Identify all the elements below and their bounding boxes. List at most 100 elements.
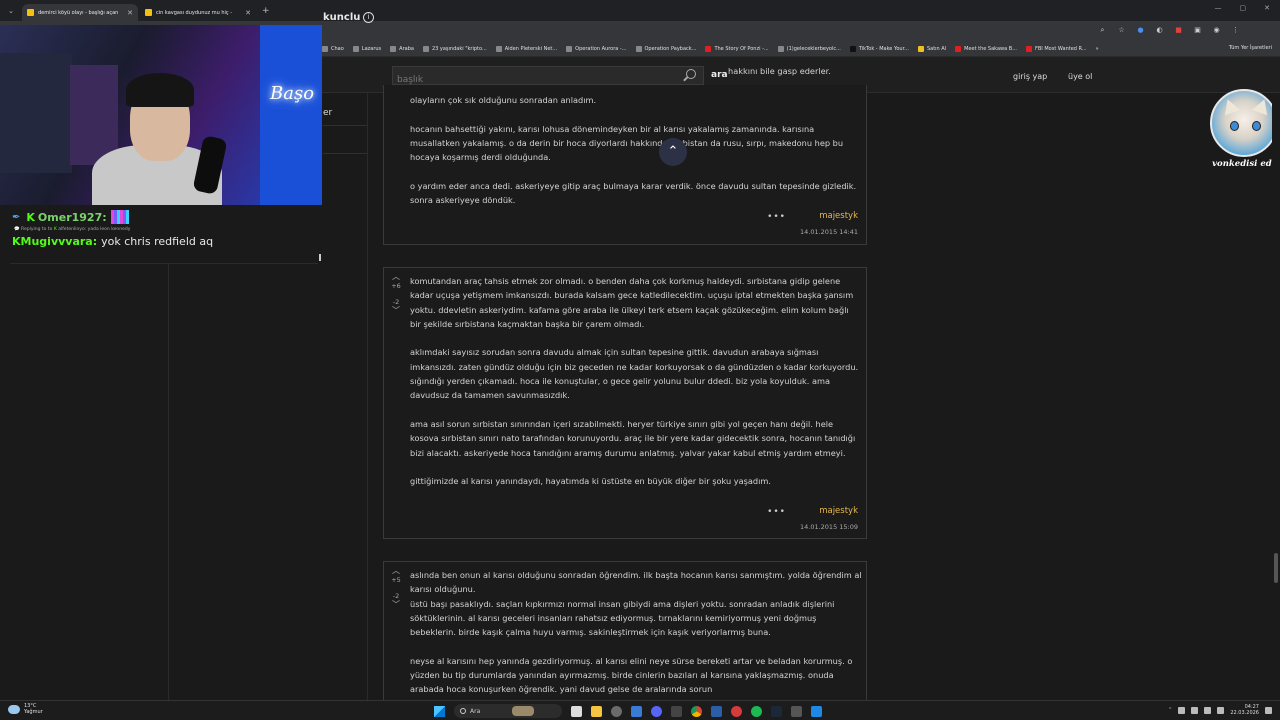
entry-paragraph: o yardım eder anca dedi. askeriyeye giti… — [410, 180, 857, 206]
tab-search-menu-icon[interactable]: ⌄ — [4, 4, 18, 18]
browser-menu-icon[interactable]: ⋮ — [1231, 26, 1240, 35]
tab-active[interactable]: demirci köyü olayı - başlığı açan ✕ — [22, 4, 138, 21]
entry-date[interactable]: 14.01.2015 15:09 — [800, 523, 858, 531]
bookmark[interactable]: Satın Al — [917, 45, 946, 52]
app-icon[interactable] — [631, 705, 642, 717]
close-tab-icon[interactable]: ✕ — [127, 9, 133, 17]
screen: ⌄ demirci köyü olayı - başlığı açan ✕ ci… — [0, 0, 1280, 720]
app-icon[interactable] — [711, 705, 722, 717]
volume-icon[interactable] — [1217, 706, 1225, 714]
site-favicon-icon — [566, 45, 573, 52]
entry-author[interactable]: majestyk — [819, 506, 858, 516]
search-highlight-image — [512, 706, 535, 716]
scrollbar-thumb[interactable] — [1274, 553, 1278, 583]
bookmark[interactable]: Operation Aurora -... — [566, 45, 627, 52]
downvote-count: -2 — [392, 592, 400, 600]
chat-username: Omer1927 — [37, 210, 103, 224]
more-options-icon[interactable]: ••• — [767, 507, 786, 517]
minimize-icon[interactable]: — — [1215, 4, 1222, 12]
moderator-badge-icon: ✒ — [12, 211, 21, 223]
close-window-icon[interactable]: ✕ — [1264, 4, 1270, 12]
chrome-icon[interactable] — [691, 705, 702, 717]
profile-icon[interactable]: ◉ — [1212, 26, 1221, 35]
extension-icon[interactable]: ■ — [1174, 26, 1183, 35]
tray-icon[interactable] — [1191, 706, 1199, 714]
scroll-to-top-button[interactable]: ⌃ — [659, 138, 687, 166]
downvote-icon[interactable]: ﹀ — [389, 600, 403, 610]
wifi-icon[interactable] — [1204, 706, 1212, 714]
clock[interactable]: 04:27 22.03.2026 — [1230, 704, 1259, 716]
app-icon[interactable] — [611, 705, 622, 717]
entry-paragraph: neyse al karısını hep yanında gezdiriyor… — [410, 655, 853, 695]
sidebar-item[interactable] — [323, 128, 367, 154]
bookmark[interactable]: Chao — [322, 45, 344, 52]
tiktok-icon — [849, 45, 856, 52]
entry-date[interactable]: 14.01.2015 14:41 — [800, 228, 858, 236]
bookmark[interactable]: 23 yaşındaki "kripto... — [422, 45, 487, 52]
bookmark[interactable]: (1)geleceklerbeyolc... — [777, 45, 841, 52]
steam-icon[interactable] — [771, 705, 782, 717]
toolbar-icons: ⌕ ☆ ● ◐ ■ ▣ ◉ ⋮ — [1098, 26, 1240, 35]
extension-icon[interactable]: ◐ — [1155, 26, 1164, 35]
file-explorer-icon[interactable] — [591, 705, 602, 717]
maximize-icon[interactable]: ▢ — [1240, 4, 1247, 12]
downvote-icon[interactable]: ﹀ — [389, 306, 403, 316]
app-icon[interactable] — [791, 705, 802, 717]
entry-paragraph: ama asıl sorun sırbistan sınırından içer… — [410, 418, 856, 458]
zoom-icon[interactable]: ⌕ — [1098, 26, 1107, 35]
spotify-icon[interactable] — [751, 705, 762, 717]
bookmark[interactable]: FBI Most Wanted R... — [1025, 45, 1087, 52]
app-icon[interactable] — [811, 705, 822, 717]
tab-inactive[interactable]: cin kavgası duydunuz mu hiç - ✕ — [140, 4, 256, 21]
entry-author[interactable]: majestyk — [819, 211, 858, 221]
discord-icon[interactable] — [651, 705, 662, 717]
task-view-icon[interactable] — [571, 705, 582, 717]
bookmark[interactable]: Aiden Pleterski Net... — [495, 45, 557, 52]
windows-start-icon[interactable] — [434, 705, 445, 717]
close-tab-icon[interactable]: ✕ — [245, 9, 251, 17]
cat-eye — [1230, 121, 1239, 131]
weather-widget[interactable]: 13°C Yağmur — [8, 703, 43, 715]
site-logo[interactable]: kunclu — [323, 12, 360, 23]
all-bookmarks-folder[interactable]: Tüm Yer İşaretleri — [1229, 45, 1272, 51]
sidebar-item[interactable]: er — [323, 104, 367, 126]
cat-ear — [1252, 96, 1272, 116]
extension-icon[interactable]: ● — [1136, 26, 1145, 35]
notifications-icon[interactable] — [1265, 706, 1272, 714]
search-icon[interactable] — [686, 69, 696, 79]
upvote-count: +6 — [391, 282, 401, 290]
chat-divider — [10, 263, 318, 264]
cat-ear — [1220, 96, 1240, 116]
taskbar-search[interactable]: Ara — [454, 704, 562, 718]
new-tab-icon[interactable]: + — [262, 6, 270, 16]
vote-panel: ︿ +5 -2 ﹀ — [389, 566, 403, 610]
signup-link[interactable]: üye ol — [1068, 72, 1092, 81]
streamer-hair — [126, 73, 194, 107]
bookmark[interactable]: Araba — [390, 45, 414, 52]
upvote-icon[interactable]: ︿ — [389, 566, 403, 576]
app-icon[interactable] — [731, 705, 742, 717]
bookmark-star-icon[interactable]: ☆ — [1117, 26, 1126, 35]
bookmark[interactable]: The Story Of Ponzi -... — [705, 45, 769, 52]
downvote-count: -2 — [392, 298, 400, 306]
login-link[interactable]: giriş yap — [1013, 72, 1047, 81]
tray-icon[interactable] — [1178, 706, 1186, 714]
upvote-icon[interactable]: ︿ — [389, 272, 403, 282]
microphone-icon — [192, 135, 228, 195]
bookmark[interactable]: Operation Payback... — [635, 45, 696, 52]
entry-body: komutandan araç tahsis etmek zor olmadı.… — [410, 274, 862, 488]
extensions-puzzle-icon[interactable]: ▣ — [1193, 26, 1202, 35]
folder-icon — [390, 45, 397, 52]
chat-message: K Mugivvvara: yok chris redfield aq — [12, 235, 214, 248]
entry-card: ︿ +5 -2 ﹀ aslında ben onun al karısı old… — [383, 561, 867, 711]
bookmarks-overflow-icon[interactable]: » — [1096, 46, 1099, 52]
page-scrollbar[interactable] — [1272, 93, 1280, 700]
app-icon[interactable] — [671, 705, 682, 717]
more-options-icon[interactable]: ••• — [767, 212, 786, 222]
info-icon[interactable]: i — [363, 12, 374, 23]
bookmark[interactable]: TikTok - Make Your... — [849, 45, 909, 52]
bookmark[interactable]: Meet the Sakawa B... — [955, 45, 1017, 52]
bookmark[interactable]: Lazarus — [352, 45, 381, 52]
tray-overflow-icon[interactable]: ⌃ — [1168, 707, 1172, 713]
system-tray: ⌃ 04:27 22.03.2026 — [1168, 704, 1272, 716]
